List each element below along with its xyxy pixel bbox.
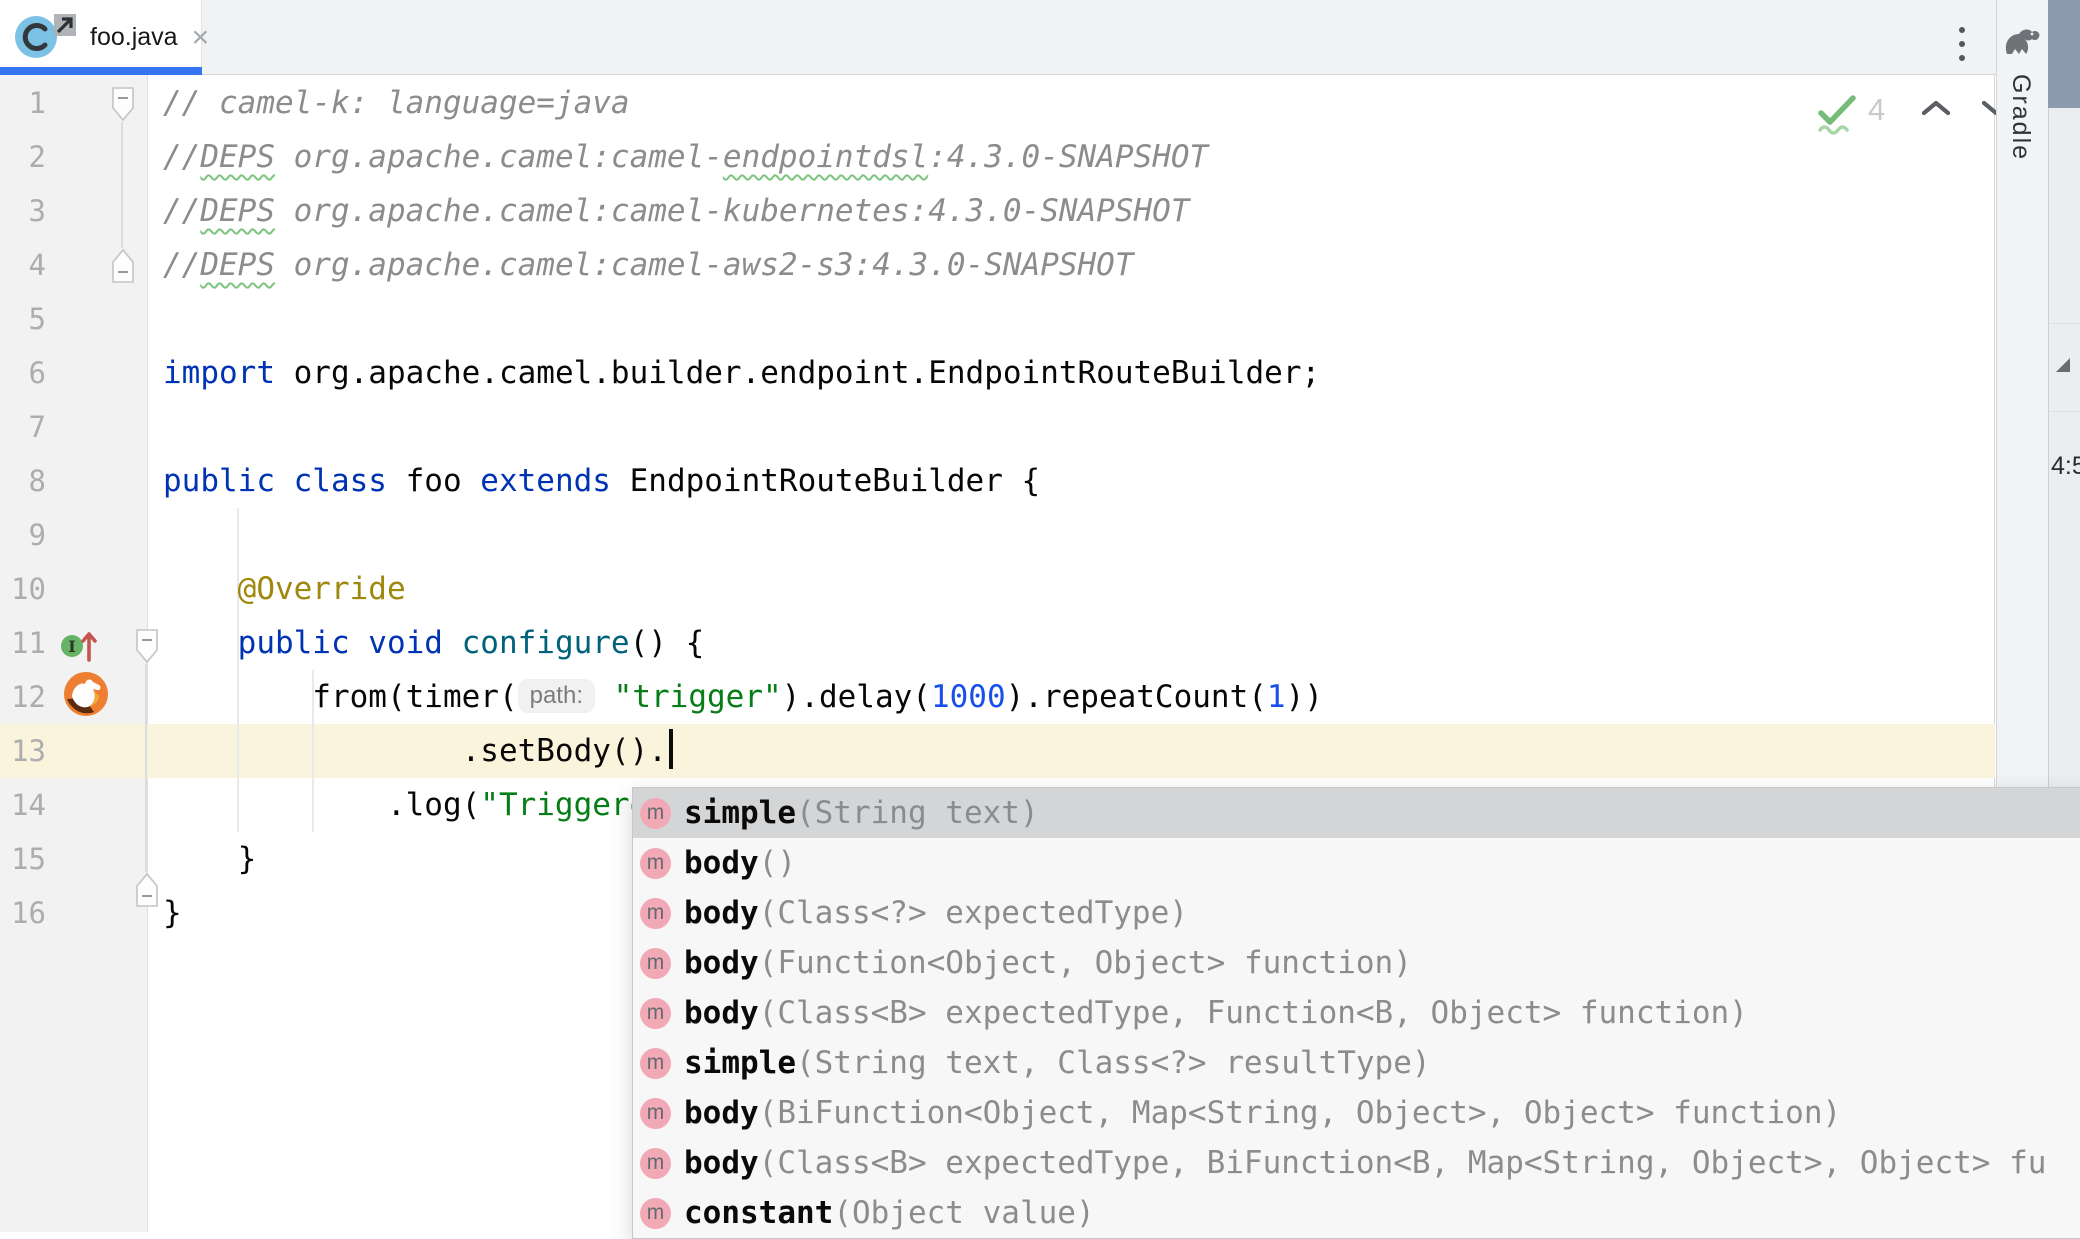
completion-item-simple[interactable]: msimple(String text, Class<?> resultType… (633, 1038, 2080, 1088)
completion-item-name: simple (684, 1038, 796, 1088)
line-number[interactable]: 13 (0, 724, 46, 778)
completion-item-name: simple (684, 788, 796, 838)
line-number[interactable]: 10 (0, 562, 46, 616)
completion-item-name: body (684, 1138, 759, 1188)
line-number[interactable]: 7 (0, 400, 46, 454)
divider (2049, 323, 2080, 324)
completion-item-params: () (759, 838, 796, 888)
completion-item-name: body (684, 988, 759, 1038)
completion-item-body[interactable]: mbody() (633, 838, 2080, 888)
line-number[interactable]: 8 (0, 454, 46, 508)
background-window-text: 4:5 (2051, 452, 2080, 481)
line-number[interactable]: 9 (0, 508, 46, 562)
line-number[interactable]: 4 (0, 238, 46, 292)
fold-range-line (145, 664, 147, 872)
method-icon: m (640, 1148, 671, 1179)
completion-item-name: body (684, 938, 759, 988)
text-caret (669, 729, 673, 769)
line-number[interactable]: 6 (0, 346, 46, 400)
fold-range-line (121, 122, 123, 248)
active-tab-indicator (0, 67, 202, 75)
fold-marker-end[interactable] (135, 872, 159, 913)
method-icon: m (640, 1098, 671, 1129)
completion-item-name: body (684, 1088, 759, 1138)
method-icon: m (640, 998, 671, 1029)
camel-k-file-icon (12, 10, 78, 65)
inspections-ok-icon[interactable] (1814, 88, 1860, 143)
background-window-glyph (2056, 358, 2070, 372)
tab-foo-java[interactable]: foo.java × (0, 0, 202, 75)
completion-item-body[interactable]: mbody(Function<Object, Object> function) (633, 938, 2080, 988)
divider (2049, 411, 2080, 412)
completion-item-params: (Object value) (833, 1188, 1094, 1238)
tool-window-button-gradle[interactable]: Gradle (2006, 74, 2035, 161)
completion-item-params: (Class<B> expectedType, BiFunction<B, Ma… (759, 1138, 2047, 1188)
completion-item-params: (BiFunction<Object, Map<String, Object>,… (759, 1088, 1842, 1138)
code-line-14[interactable]: .log("Triggere (163, 778, 648, 832)
completion-item-name: body (684, 838, 759, 888)
fold-marker-end[interactable] (111, 248, 135, 289)
gradle-elephant-icon[interactable] (2002, 26, 2042, 61)
code-line-15[interactable]: } (163, 832, 256, 886)
fold-marker-start[interactable] (135, 628, 159, 669)
fold-marker-start[interactable] (111, 86, 135, 127)
completion-item-simple[interactable]: msimple(String text) (633, 788, 2080, 838)
line-number[interactable]: 1 (0, 76, 46, 130)
completion-item-name: constant (684, 1188, 833, 1238)
completion-item-body[interactable]: mbody(Class<B> expectedType, Function<B,… (633, 988, 2080, 1038)
svg-text:I: I (68, 637, 75, 656)
camel-route-icon[interactable] (63, 671, 109, 722)
inspections-widget: 4 (1814, 88, 2013, 138)
method-icon: m (640, 848, 671, 879)
completion-item-params: (String text, Class<?> resultType) (796, 1038, 1431, 1088)
completion-item-params: (String text) (796, 788, 1039, 838)
chevron-up-icon[interactable] (1919, 98, 1953, 123)
editor-tab-bar (0, 0, 1996, 75)
line-number[interactable]: 5 (0, 292, 46, 346)
completion-item-name: body (684, 888, 759, 938)
code-line-8[interactable]: public class foo extends EndpointRouteBu… (163, 454, 1040, 508)
line-number[interactable]: 12 (0, 670, 46, 724)
code-line-11[interactable]: public void configure() { (163, 616, 704, 670)
tab-label: foo.java (90, 23, 178, 52)
completion-item-params: (Function<Object, Object> function) (759, 938, 1412, 988)
completion-item-body[interactable]: mbody(Class<B> expectedType, BiFunction<… (633, 1138, 2080, 1188)
line-number[interactable]: 15 (0, 832, 46, 886)
close-icon[interactable]: × (192, 23, 210, 53)
inspections-count: 4 (1868, 92, 1885, 128)
completion-item-params: (Class<?> expectedType) (759, 888, 1188, 938)
line-number[interactable]: 3 (0, 184, 46, 238)
code-line-12[interactable]: from(timer(path: "trigger").delay(1000).… (163, 670, 1323, 724)
method-icon: m (640, 898, 671, 929)
more-vertical-icon[interactable] (1950, 22, 1974, 66)
code-line-10[interactable]: @Override (163, 562, 406, 616)
line-number[interactable]: 11 (0, 616, 46, 670)
code-line-4[interactable]: //DEPS org.apache.camel:camel-aws2-s3:4.… (163, 238, 1134, 292)
completion-item-constant[interactable]: m constant(Object value) (633, 1188, 2080, 1238)
completion-popup: msimple(String text)mbody()mbody(Class<?… (632, 787, 2080, 1239)
method-icon: m (640, 798, 671, 829)
completion-item-body[interactable]: mbody(BiFunction<Object, Map<String, Obj… (633, 1088, 2080, 1138)
method-icon: m (640, 1198, 671, 1229)
code-line-13[interactable]: .setBody(). (163, 724, 673, 778)
line-number[interactable]: 16 (0, 886, 46, 940)
completion-item-body[interactable]: mbody(Class<?> expectedType) (633, 888, 2080, 938)
line-number[interactable]: 2 (0, 130, 46, 184)
code-line-16[interactable]: } (163, 886, 182, 940)
method-icon: m (640, 1048, 671, 1079)
completion-item-params: (Class<B> expectedType, Function<B, Obje… (759, 988, 1748, 1038)
overriding-method-icon[interactable]: I (52, 624, 100, 673)
code-line-6[interactable]: import org.apache.camel.builder.endpoint… (163, 346, 1320, 400)
code-line-3[interactable]: //DEPS org.apache.camel:camel-kubernetes… (163, 184, 1190, 238)
code-line-2[interactable]: //DEPS org.apache.camel:camel-endpointds… (163, 130, 1208, 184)
line-number[interactable]: 14 (0, 778, 46, 832)
code-line-1[interactable]: // camel-k: language=java (163, 76, 630, 130)
method-icon: m (640, 948, 671, 979)
background-window-header (2048, 0, 2080, 108)
